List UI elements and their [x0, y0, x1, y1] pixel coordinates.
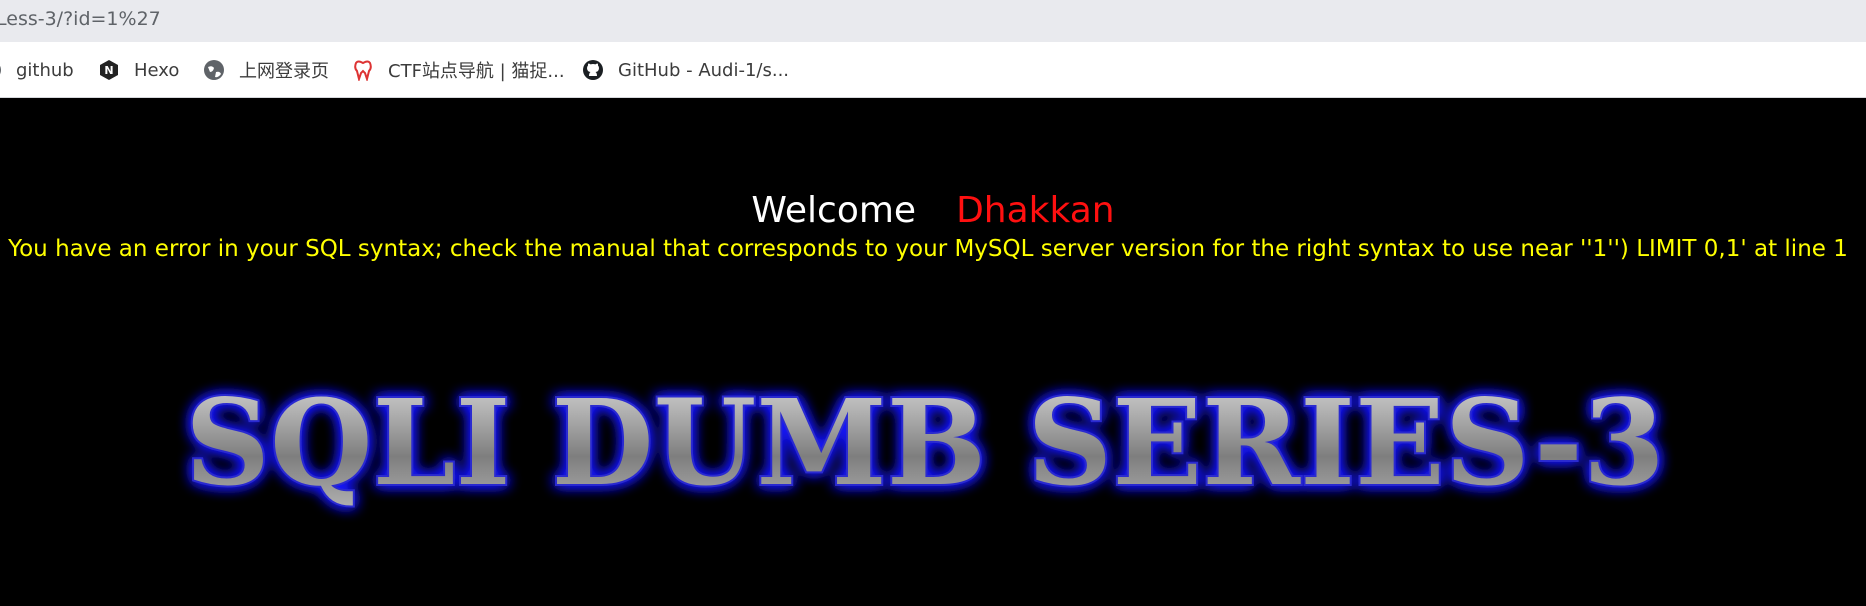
series-title-banner: SQLI DUMB SERIES-3	[0, 354, 1866, 524]
bookmark-login-page[interactable]: 上网登录页	[203, 56, 329, 84]
address-bar[interactable]: Less-3/?id=1%27	[0, 0, 1866, 42]
bookmark-ctf-nav[interactable]: CTF站点导航 | 猫捉...	[352, 56, 565, 84]
browser-chrome: Less-3/?id=1%27 github N Hexo 上网登录页 CTF站…	[0, 0, 1866, 98]
welcome-heading: Welcome Dhakkan	[0, 190, 1866, 232]
series-title-graphic: SQLI DUMB SERIES-3	[183, 371, 1667, 514]
bookmark-github-audi[interactable]: GitHub - Audi-1/s...	[582, 56, 789, 84]
welcome-word: Welcome	[751, 190, 917, 231]
series-title-text: SQLI DUMB SERIES-3	[185, 373, 1665, 512]
sql-error-message: You have an error in your SQL syntax; ch…	[8, 236, 1848, 262]
bookmark-label: github	[16, 59, 74, 81]
tooth-icon	[352, 59, 374, 83]
bookmark-hexo[interactable]: N Hexo	[98, 56, 179, 84]
bookmark-label: Hexo	[134, 59, 180, 81]
bookmark-label: CTF站点导航 | 猫捉...	[388, 61, 565, 82]
address-bar-url[interactable]: Less-3/?id=1%27	[0, 8, 161, 30]
page-content: Welcome Dhakkan You have an error in your…	[0, 98, 1866, 606]
welcome-name: Dhakkan	[956, 190, 1115, 231]
svg-text:N: N	[104, 64, 113, 77]
globe-icon	[0, 59, 2, 81]
hexo-icon: N	[98, 59, 120, 81]
bookmarks-bar: github N Hexo 上网登录页 CTF站点导航 | 猫捉... GitH…	[0, 42, 1866, 98]
github-icon	[582, 59, 604, 81]
bookmark-label: 上网登录页	[239, 61, 329, 82]
globe-icon	[203, 59, 225, 81]
bookmark-github[interactable]: github	[0, 56, 74, 84]
bookmark-label: GitHub - Audi-1/s...	[618, 59, 790, 81]
